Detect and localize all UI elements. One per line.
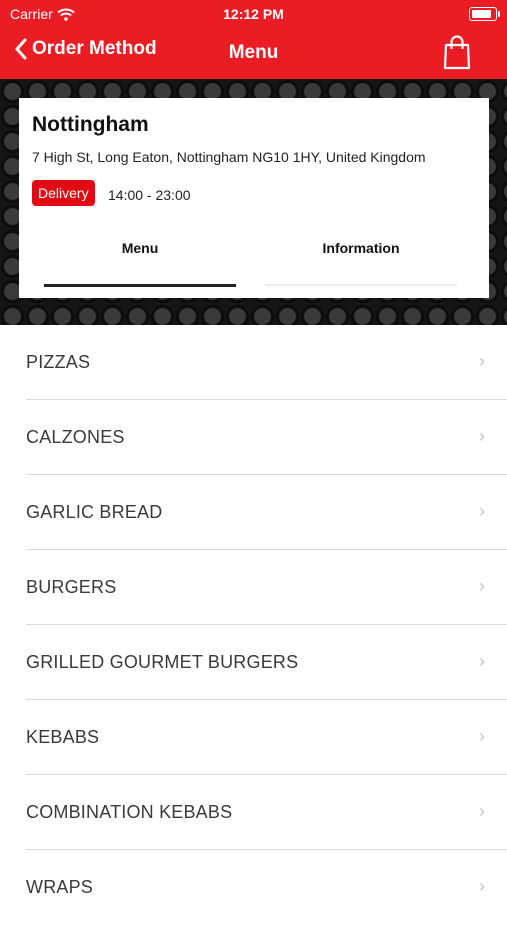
store-name: Nottingham: [32, 113, 149, 136]
cart-button[interactable]: [443, 34, 471, 75]
category-row-pizzas[interactable]: PIZZAS ›: [0, 325, 507, 400]
chevron-right-icon: ›: [479, 651, 485, 671]
nav-bar: Order Method Menu: [0, 34, 507, 74]
category-row-wraps[interactable]: WRAPS ›: [0, 850, 507, 925]
chevron-right-icon: ›: [479, 876, 485, 896]
shopping-bag-icon: [443, 35, 471, 70]
status-bar: Carrier 12:12 PM: [0, 0, 507, 28]
page-title: Menu: [228, 42, 279, 63]
tab-menu[interactable]: Menu: [44, 240, 236, 256]
chevron-right-icon: ›: [479, 576, 485, 596]
store-address: 7 High St, Long Eaton, Nottingham NG10 1…: [32, 149, 426, 165]
battery-icon: [469, 7, 500, 21]
chevron-right-icon: ›: [479, 351, 485, 371]
category-row-combination-kebabs[interactable]: COMBINATION KEBABS ›: [0, 775, 507, 850]
category-label: COMBINATION KEBABS: [26, 802, 233, 822]
category-row-calzones[interactable]: CALZONES ›: [0, 400, 507, 475]
chevron-right-icon: ›: [479, 426, 485, 446]
store-card: Nottingham 7 High St, Long Eaton, Nottin…: [19, 98, 489, 298]
category-row-grilled-gourmet-burgers[interactable]: GRILLED GOURMET BURGERS ›: [0, 625, 507, 700]
category-list: PIZZAS › CALZONES › GARLIC BREAD › BURGE…: [0, 325, 507, 925]
store-hero: Nottingham 7 High St, Long Eaton, Nottin…: [0, 79, 507, 325]
tab-information[interactable]: Information: [265, 240, 457, 256]
app-header: Carrier 12:12 PM Order Method Menu: [0, 0, 507, 79]
category-label: GARLIC BREAD: [26, 502, 163, 522]
category-label: PIZZAS: [26, 352, 91, 372]
category-label: CALZONES: [26, 427, 125, 447]
chevron-right-icon: ›: [479, 501, 485, 521]
category-label: GRILLED GOURMET BURGERS: [26, 652, 299, 672]
status-time: 12:12 PM: [223, 6, 284, 22]
category-row-burgers[interactable]: BURGERS ›: [0, 550, 507, 625]
category-label: KEBABS: [26, 727, 100, 747]
tab-information-indicator: [265, 284, 457, 286]
category-label: BURGERS: [26, 577, 117, 597]
opening-hours: 14:00 - 23:00: [108, 187, 191, 203]
delivery-badge: Delivery: [32, 180, 95, 206]
category-row-kebabs[interactable]: KEBABS ›: [0, 700, 507, 775]
chevron-right-icon: ›: [479, 726, 485, 746]
category-label: WRAPS: [26, 877, 94, 897]
category-row-garlic-bread[interactable]: GARLIC BREAD ›: [0, 475, 507, 550]
chevron-right-icon: ›: [479, 801, 485, 821]
tab-menu-indicator: [44, 284, 236, 287]
